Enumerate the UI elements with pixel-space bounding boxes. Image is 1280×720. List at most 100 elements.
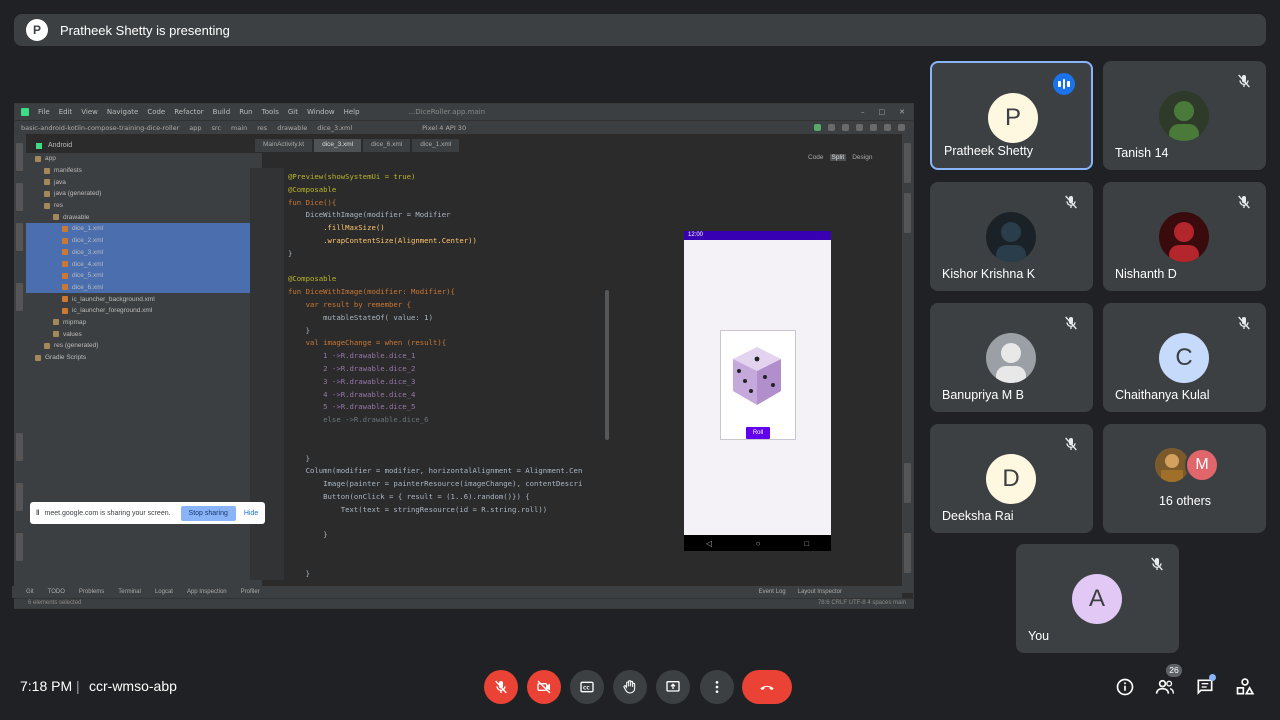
menu-item: Window [307, 108, 335, 116]
android-icon [36, 142, 42, 149]
run-icon [814, 124, 821, 131]
menu-item: File [38, 108, 50, 116]
project-view-header: Android [26, 139, 262, 152]
activities-button[interactable] [1234, 676, 1256, 698]
tree-label: app [45, 155, 56, 163]
code-line: 3 ->R.drawable.dice_3 [288, 376, 416, 386]
participant-name: Nishanth D [1115, 267, 1177, 281]
view-mode-option: Design [852, 154, 873, 161]
code-line: } [288, 530, 328, 540]
bottom-tool: Logcat [154, 589, 173, 595]
participant-tile[interactable]: C Chaithanya Kulal [1103, 303, 1266, 412]
ide-status-bar: 6 elements selected 78:6 CRLF UTF-8 4 sp… [14, 598, 914, 608]
meeting-details-button[interactable] [1114, 676, 1136, 698]
present-screen-button[interactable] [656, 670, 690, 704]
bottom-tool: Terminal [118, 589, 141, 595]
menu-item: Navigate [106, 108, 139, 116]
screen-sharing-notice: ‖ meet.google.com is sharing your screen… [30, 502, 265, 524]
leave-call-button[interactable] [742, 670, 792, 704]
preview-phone: 12:00 Roll ◁ ○ □ [684, 231, 831, 551]
code-line: val imageChange = when (result){ [288, 338, 447, 348]
participant-tile[interactable]: P Pratheek Shetty [930, 61, 1093, 170]
svg-text:CC: CC [583, 685, 590, 691]
people-icon [1155, 679, 1174, 694]
participant-avatar: D [986, 454, 1036, 504]
participant-name: Chaithanya Kulal [1115, 388, 1210, 402]
close-icon: ✕ [899, 108, 905, 116]
participant-tile[interactable]: Kishor Krishna K [930, 182, 1093, 291]
bottom-tool: Layout Inspector [797, 589, 842, 595]
people-button[interactable] [1154, 676, 1176, 698]
code-line: Column(modifier = modifier, horizontalAl… [288, 466, 583, 476]
folder-icon [35, 155, 41, 162]
participant-photo [1159, 212, 1209, 262]
captions-icon: CC [580, 681, 594, 693]
other-avatar-photo [1155, 448, 1189, 482]
folder-icon [44, 179, 50, 186]
more-options-button[interactable] [700, 670, 734, 704]
code-line: 5 ->R.drawable.dice_5 [288, 402, 416, 412]
raise-hand-button[interactable] [613, 670, 647, 704]
avd-icon [856, 124, 863, 131]
participant-photo [986, 333, 1036, 383]
participant-tile[interactable]: Banupriya M B [930, 303, 1093, 412]
code-line: mutableStateOf( value: 1) [288, 312, 433, 322]
tree-label: drawable [63, 213, 90, 221]
pause-icon: ‖ [36, 509, 40, 517]
back-icon: ◁ [705, 538, 713, 548]
hide-notice-button[interactable]: Hide [244, 510, 258, 517]
tree-row: ic_launcher_background.xml [26, 293, 262, 305]
stop-sharing-button[interactable]: Stop sharing [180, 505, 236, 521]
ide-bottom-tools: Git TODO Problems Terminal Logcat App Inspect… [12, 586, 902, 598]
xml-file-icon [62, 261, 68, 268]
tree-row: java (generated) [26, 188, 262, 200]
tree-label: values [63, 330, 82, 338]
captions-button[interactable]: CC [570, 670, 604, 704]
participant-tile[interactable]: Nishanth D [1103, 182, 1266, 291]
debug-icon [828, 124, 835, 131]
code-line: Text(text = stringResource(id = R.string… [288, 504, 548, 514]
tree-row: drawable [26, 211, 262, 223]
editor-tab: MainActivity.kt [255, 139, 313, 152]
menu-item: Help [343, 108, 360, 116]
status-right: 78:6 CRLF UTF-8 4 spaces main [817, 600, 906, 606]
xml-file-icon [62, 237, 68, 244]
folder-icon [44, 202, 50, 209]
code-line: Button(onClick = { result = (1..6).rando… [288, 492, 530, 501]
participant-photo [1159, 91, 1209, 141]
tree-label: dice_6.xml [72, 283, 104, 291]
tree-row: dice_4.xml [26, 258, 262, 270]
others-tile[interactable]: M 16 others [1103, 424, 1266, 533]
tree-row: app [26, 153, 262, 165]
home-icon: ○ [755, 538, 761, 548]
microphone-off-button[interactable] [484, 670, 518, 704]
breadcrumb-segment: dice_3.xml [317, 123, 353, 132]
view-mode-option: Split [829, 154, 847, 161]
mic-off-icon [1063, 315, 1079, 331]
meeting-code: ccr-wmso-abp [89, 678, 177, 694]
participant-tile[interactable]: A You [1016, 544, 1179, 653]
others-label: 16 others [1158, 494, 1212, 508]
folder-icon [53, 214, 59, 221]
code-line: } [288, 325, 310, 335]
code-line: fun DiceWithImage(modifier: Modifier){ [288, 287, 455, 297]
tree-label: mipmap [63, 318, 87, 326]
ide-menubar: File Edit View Navigate Code Refactor Build Run… [15, 104, 913, 120]
mic-off-icon [495, 680, 507, 694]
breadcrumb-segment: basic-android-kotlin-compose-training-di… [21, 123, 180, 132]
sync-icon [842, 124, 849, 131]
camera-off-icon [537, 680, 551, 694]
participant-avatar: A [1072, 574, 1122, 624]
participant-name: You [1028, 629, 1050, 643]
recents-icon: □ [804, 538, 810, 548]
breadcrumb-segment: drawable [277, 123, 308, 132]
participant-tile[interactable]: Tanish 14 [1103, 61, 1266, 170]
tree-row: res [26, 200, 262, 212]
participant-tile[interactable]: D Deeksha Rai [930, 424, 1093, 533]
code-line: @Composable [288, 274, 337, 284]
footer-separator: | [76, 678, 80, 694]
speaking-indicator-icon [1053, 73, 1075, 95]
tree-row: dice_5.xml [26, 269, 262, 282]
menu-item: Refactor [174, 108, 204, 116]
camera-off-button[interactable] [527, 670, 561, 704]
